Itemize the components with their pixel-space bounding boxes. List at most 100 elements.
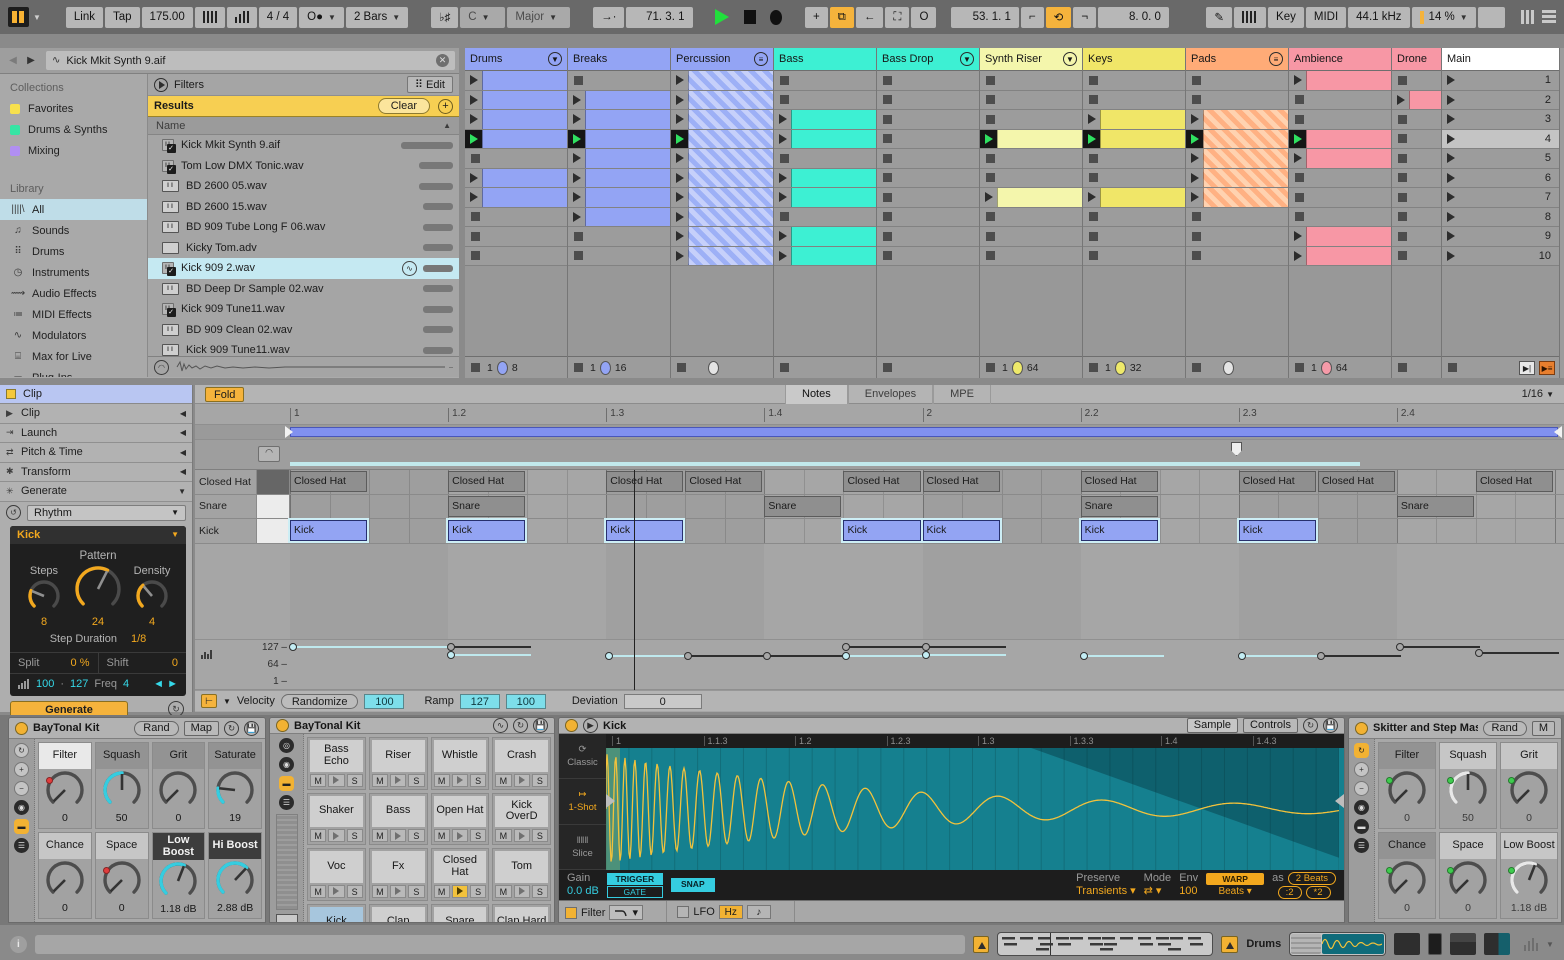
macro-squash[interactable]: Squash 50: [94, 742, 149, 829]
macro-low-boost[interactable]: Low Boost 1.18 dB: [1500, 832, 1558, 919]
pad-name[interactable]: Bass Echo: [310, 740, 363, 772]
session-view-toggle-icon[interactable]: [1520, 10, 1534, 24]
clip-slot[interactable]: [1392, 227, 1441, 247]
lane-chooser-icon[interactable]: ⊢: [201, 694, 217, 708]
clip-overview-thumbnail[interactable]: [997, 932, 1214, 956]
macro-knob[interactable]: [101, 859, 143, 904]
section-collapse-icon[interactable]: ◀: [180, 448, 186, 457]
mode-tab-classic[interactable]: ⟳ Classic: [559, 734, 606, 780]
clip-launch-button[interactable]: [1392, 91, 1409, 110]
clip-slot[interactable]: [1186, 71, 1288, 91]
pad-solo-button[interactable]: S: [346, 884, 363, 898]
pad-solo-button[interactable]: S: [408, 829, 425, 842]
pad-name[interactable]: Kick OverD: [495, 795, 548, 827]
velocity-freq-row[interactable]: 100 · 127 Freq 4 ◄ ►: [10, 674, 186, 696]
stop-all-clips-button[interactable]: [780, 363, 789, 372]
track-header[interactable]: Keys: [1083, 48, 1185, 71]
macro-grit[interactable]: Grit 0: [151, 742, 206, 829]
io-icon[interactable]: ◎: [279, 738, 294, 753]
sidebar-item-sounds[interactable]: ♫ Sounds: [0, 220, 147, 241]
sidebar-collection-favorites[interactable]: Favorites: [0, 98, 147, 119]
step-duration-row[interactable]: Step Duration 1/8: [10, 628, 186, 653]
clear-search-icon[interactable]: ✕: [436, 54, 449, 67]
clip-slot[interactable]: [671, 168, 773, 188]
pad-mute-button[interactable]: M: [495, 884, 512, 898]
filters-edit-button[interactable]: ⠿ Edit: [406, 76, 453, 93]
clip-body[interactable]: [1203, 149, 1288, 168]
lane-caret-icon[interactable]: ▼: [223, 697, 231, 706]
clip-body[interactable]: [1100, 129, 1185, 148]
device-on-toggle[interactable]: [276, 719, 289, 732]
scene-launch-icon[interactable]: [1442, 110, 1459, 129]
clip-slot[interactable]: [1392, 90, 1441, 110]
lfo-hz-button[interactable]: Hz: [718, 905, 743, 919]
drum-pad-bass[interactable]: Bass M S: [368, 792, 428, 845]
clip-slot[interactable]: [568, 168, 670, 188]
pad-name[interactable]: Open Hat: [433, 795, 487, 827]
drum-pad-fx[interactable]: Fx M S: [368, 848, 428, 901]
drum-pad-closed-hat[interactable]: Closed Hat M S: [430, 848, 490, 901]
midi-note[interactable]: Closed Hat: [290, 471, 368, 492]
macro-knob[interactable]: [44, 859, 86, 904]
macro-filter[interactable]: Filter 0: [1378, 742, 1436, 829]
pad-name[interactable]: Whistle: [433, 740, 487, 772]
clip-slot[interactable]: [465, 129, 567, 149]
snapshot-icon[interactable]: ◉: [14, 800, 29, 815]
scene-launch-icon[interactable]: [1442, 71, 1459, 90]
scene-slot[interactable]: 3: [1442, 110, 1559, 130]
pad-play-button[interactable]: [451, 773, 468, 787]
pad-play-button[interactable]: [451, 884, 468, 898]
pad-bank-selector[interactable]: [275, 914, 298, 922]
sidebar-collection-mixing[interactable]: Mixing: [0, 140, 147, 161]
clip-body[interactable]: [585, 110, 670, 129]
clip-body[interactable]: [791, 110, 876, 129]
macro-knob[interactable]: [214, 769, 256, 814]
clip-slot[interactable]: [465, 246, 567, 266]
tab-mpe[interactable]: MPE: [933, 384, 991, 404]
rand-button[interactable]: Rand: [1482, 720, 1527, 736]
record-button[interactable]: [769, 9, 782, 25]
chain-list-icon[interactable]: ☰: [1354, 838, 1369, 853]
track-header[interactable]: Drums ▼: [465, 48, 567, 71]
track-header[interactable]: Pads ≡: [1186, 48, 1288, 71]
metronome-button[interactable]: O● ▼: [299, 6, 344, 28]
name-column-header[interactable]: Name ▲: [148, 117, 459, 135]
clip-slot[interactable]: [877, 149, 979, 169]
knob-dial[interactable]: [73, 564, 123, 614]
loop-mode-value[interactable]: ⇄ ▾: [1144, 885, 1162, 898]
clip-slot[interactable]: [1392, 246, 1441, 266]
clip-launch-button[interactable]: [465, 188, 482, 207]
pad-name[interactable]: Kick: [310, 906, 363, 922]
pad-name[interactable]: Bass: [371, 795, 425, 827]
arrangement-position-field[interactable]: 71. 3. 1: [626, 6, 693, 28]
clip-body[interactable]: [688, 207, 773, 226]
clip-slot[interactable]: [980, 129, 1082, 149]
clip-slot[interactable]: [877, 188, 979, 208]
clip-slot[interactable]: [1392, 129, 1441, 149]
track-chevron-icon[interactable]: ▼: [1063, 52, 1077, 66]
clip-body[interactable]: [1100, 188, 1185, 207]
sidebar-item-drums[interactable]: ⠿ Drums: [0, 241, 147, 262]
clip-slot[interactable]: [1392, 110, 1441, 130]
drum-pad-kick-overd[interactable]: Kick OverD M S: [492, 792, 551, 845]
clip-slot[interactable]: [671, 246, 773, 266]
velocity-marker[interactable]: [1316, 652, 1325, 660]
clip-launch-button[interactable]: [568, 169, 585, 188]
clip-slot[interactable]: [671, 149, 773, 169]
clip-body[interactable]: [585, 168, 670, 187]
velocity-marker[interactable]: [447, 643, 456, 651]
clip-launch-button[interactable]: [671, 227, 688, 246]
save-preset-icon[interactable]: 💾: [533, 718, 548, 733]
track-header[interactable]: Bass: [774, 48, 876, 71]
sample-waveform-display[interactable]: 1 1.1.3 1.2 1.2.3 1.3 1.3.3 1.4 1.4.3: [606, 734, 1344, 870]
clip-slot[interactable]: [980, 90, 1082, 110]
quantization-menu[interactable]: 2 Bars ▼: [345, 6, 409, 28]
pad-play-button[interactable]: [328, 884, 345, 898]
tab-notes[interactable]: Notes: [785, 384, 848, 404]
pad-solo-button[interactable]: S: [531, 829, 548, 842]
pad-mute-button[interactable]: M: [433, 773, 450, 787]
clip-slot[interactable]: [774, 149, 876, 169]
clip-body[interactable]: [791, 129, 876, 148]
filter-toggle[interactable]: [565, 906, 577, 919]
clip-body[interactable]: [1203, 129, 1288, 148]
